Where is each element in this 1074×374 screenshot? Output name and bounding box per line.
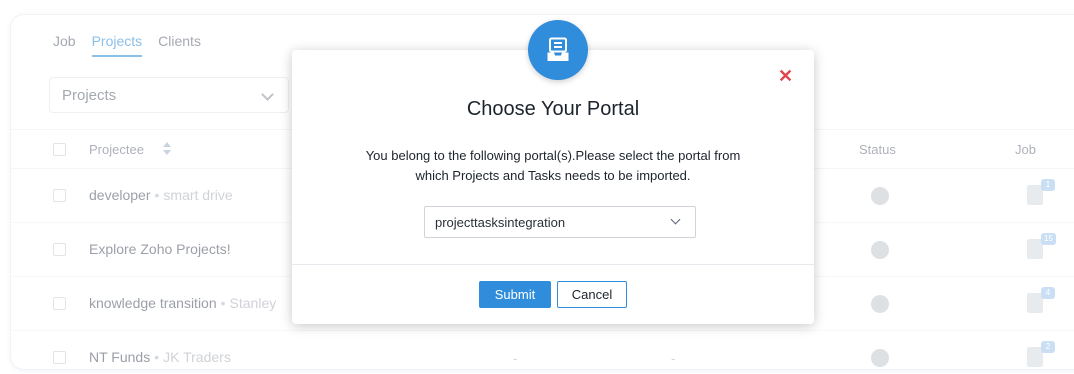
cancel-button[interactable]: Cancel [557,281,627,308]
portal-box-glyph [547,37,569,61]
dialog-message: You belong to the following portal(s).Pl… [332,146,774,186]
dialog-divider [292,264,814,265]
choose-portal-dialog: ✕ Choose Your Portal You belong to the f… [292,50,814,324]
dialog-title: Choose Your Portal [466,98,640,120]
submit-button[interactable]: Submit [479,281,551,308]
dialog-message-line: You belong to the following portal(s).Pl… [365,148,741,163]
dialog-message-line: which Projects and Tasks needs to be imp… [415,168,691,183]
chevron-down-icon [670,214,681,225]
portal-select-value: projecttasksintegration [435,215,566,230]
portal-select-dropdown[interactable]: projecttasksintegration [424,206,696,238]
close-icon[interactable]: ✕ [778,66,793,87]
portal-box-icon [528,20,588,80]
